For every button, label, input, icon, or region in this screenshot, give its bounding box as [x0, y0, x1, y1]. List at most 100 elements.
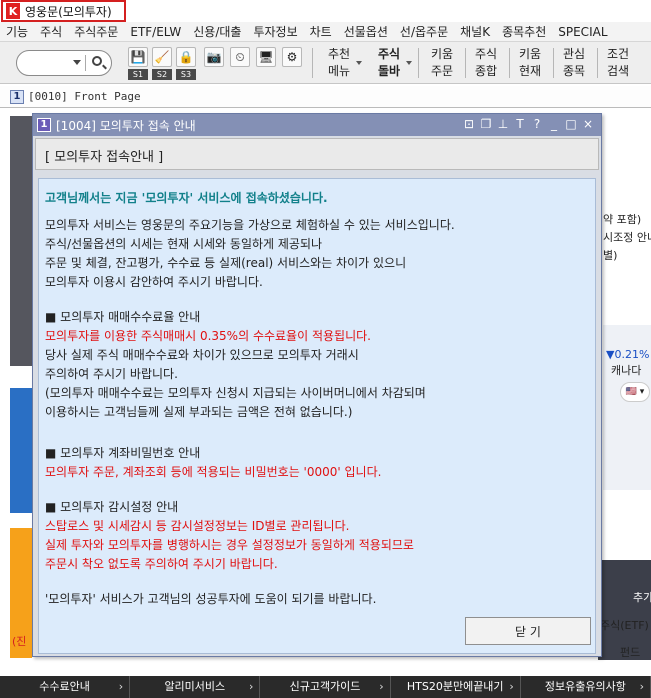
bg-fragment: (진	[12, 635, 27, 648]
kiwoom-current-line1: 키움	[518, 47, 542, 61]
dialog-heading: [ 모의투자 접속안내 ]	[45, 150, 164, 165]
app-title: 영웅문(모의투자)	[25, 4, 112, 19]
nav-new-customer-guide[interactable]: 신규고객가이드	[260, 676, 391, 698]
toolbar-divider	[418, 48, 419, 78]
app-title-box: K 영웅문(모의투자)	[1, 0, 126, 22]
fee-section-line: 주의하여 주시기 바랍니다.	[45, 367, 178, 381]
bg-dark-panel	[10, 116, 32, 366]
kiwoom-current-line2: 현재	[518, 64, 542, 78]
closing-message: '모의투자' 서비스가 고객님의 성공투자에 도움이 되기를 바랍니다.	[45, 592, 377, 606]
kiwoom-order-line1: 키움	[430, 47, 454, 61]
menu-item-etf-elw[interactable]: ETF/ELW	[124, 22, 187, 41]
close-button[interactable]: 닫 기	[465, 617, 591, 645]
menu-item-futures-options[interactable]: 선물옵션	[338, 22, 394, 41]
chevron-down-icon	[406, 61, 412, 65]
intro-line: 주식/선물옵션의 시세는 현재 시세와 동일하게 제공되나	[45, 237, 323, 251]
intro-line: 주문 및 체결, 잔고평가, 수수료 등 실제(real) 서비스와는 차이가 …	[45, 256, 407, 270]
recommend-menu-button[interactable]: 추천 메뉴	[324, 44, 362, 82]
condition-search-line1: 조건	[606, 47, 630, 61]
stock-search-combo[interactable]	[16, 50, 112, 76]
menu-item-stock[interactable]: 주식	[34, 22, 68, 41]
clock-icon[interactable]: ⏲	[230, 47, 250, 67]
menu-item-credit-loan[interactable]: 신용/대출	[187, 22, 247, 41]
condition-search-button[interactable]: 조건 검색	[603, 44, 633, 82]
fee-rate-notice: 모의투자를 이용한 주식매매시 0.35%의 수수료율이 적용됩니다.	[45, 329, 371, 343]
tab-number-badge: 1	[10, 89, 24, 104]
fee-section-line: 이용하시는 고객님들께 실제 부과되는 금액은 전혀 없습니다.)	[45, 405, 353, 419]
dialog-number-badge: 1	[37, 118, 51, 132]
font-size-icon[interactable]: T	[513, 117, 527, 132]
watchlist-line1: 관심	[562, 47, 586, 61]
bg-fragment: 추가	[633, 591, 651, 604]
menu-bar: 기능 주식 주식주문 ETF/ELW 신용/대출 투자정보 차트 선물옵션 선/…	[0, 22, 651, 42]
kiwoom-current-button[interactable]: 키움 현재	[515, 44, 545, 82]
maximize-icon[interactable]: □	[564, 117, 578, 132]
stock-overview-line2: 종합	[474, 64, 498, 78]
menu-item-function[interactable]: 기능	[0, 22, 34, 41]
condition-search-line2: 검색	[606, 64, 630, 78]
country-label: 캐나다	[611, 364, 642, 377]
nav-fee-info[interactable]: 수수료안내	[0, 676, 131, 698]
monitor-icon[interactable]: 🖥	[256, 47, 276, 67]
bg-fragment: 펀드	[620, 646, 641, 659]
menu-item-investment-info[interactable]: 투자정보	[247, 22, 303, 41]
fee-section-line: 당사 실제 주식 매매수수료와 차이가 있으므로 모의투자 거래시	[45, 348, 359, 362]
save-icon[interactable]: 💾	[128, 47, 148, 67]
intro-line: 모의투자 서비스는 영웅문의 주요기능을 가상으로 체험하실 수 있는 서비스입…	[45, 218, 455, 232]
toolbar-divider	[553, 48, 554, 78]
password-section-heading: ■ 모의투자 계좌비밀번호 안내	[45, 446, 201, 460]
kiwoom-order-button[interactable]: 키움 주문	[427, 44, 457, 82]
lock-icon[interactable]: 🔒	[176, 47, 196, 67]
front-page-tab[interactable]: 1 [0010] Front Page	[0, 86, 651, 108]
watchlist-button[interactable]: 관심 종목	[559, 44, 589, 82]
pin-icon[interactable]: ⊥	[496, 117, 510, 132]
dialog-controls: ⊡ ❐ ⊥ T ? _ □ ×	[462, 117, 595, 132]
toolbar-divider	[312, 48, 313, 78]
toolbar-divider	[465, 48, 466, 78]
gear-icon[interactable]: ⚙	[282, 47, 302, 67]
menu-item-futures-order[interactable]: 선/옵주문	[394, 22, 454, 41]
us-flag-icon[interactable]: 🇺🇸 ▾	[620, 382, 650, 402]
minimize-icon[interactable]: _	[547, 117, 561, 132]
dialog-body: 고객님께서는 지금 '모의투자' 서비스에 접속하셨습니다. 모의투자 서비스는…	[38, 178, 596, 654]
menu-item-recommend[interactable]: 종목추천	[496, 22, 552, 41]
search-icon[interactable]	[92, 56, 102, 66]
recommend-menu-line1: 추천	[327, 47, 351, 61]
toolbar: 💾 🧹 🔒 📷 ⏲ 🖥 ⚙ S1 S2 S3 추천 메뉴 주식 돌바 키움 주문…	[0, 42, 651, 84]
bg-fragment: 별)	[603, 249, 618, 262]
stock-overview-button[interactable]: 주식 종합	[471, 44, 501, 82]
camera-icon[interactable]: 📷	[204, 47, 224, 67]
watch-notice-line: 스탑로스 및 시세감시 등 감시설정정보는 ID별로 관리됩니다.	[45, 519, 350, 533]
bg-blue-banner[interactable]	[10, 388, 32, 513]
dialog-title: [1004] 모의투자 접속 안내	[56, 118, 196, 133]
copy-window-icon[interactable]: ❐	[479, 117, 493, 132]
chevron-down-icon[interactable]	[73, 60, 81, 65]
nav-hts-guide[interactable]: HTS20분만에끝내기	[391, 676, 521, 698]
menu-item-special[interactable]: SPECIAL	[552, 22, 613, 41]
link-icon[interactable]: ⊡	[462, 117, 476, 132]
menu-item-chart[interactable]: 차트	[304, 22, 338, 41]
welcome-headline: 고객님께서는 지금 '모의투자' 서비스에 접속하셨습니다.	[45, 191, 328, 205]
slot-label-s2[interactable]: S2	[152, 69, 172, 80]
stock-toolbar-button[interactable]: 주식 돌바	[374, 44, 412, 82]
close-icon[interactable]: ×	[581, 117, 595, 132]
brush-icon[interactable]: 🧹	[152, 47, 172, 67]
index-change: ▼0.21%	[606, 348, 650, 361]
fee-section-heading: ■ 모의투자 매매수수료율 안내	[45, 310, 201, 324]
toolbar-divider	[597, 48, 598, 78]
stock-overview-line1: 주식	[474, 47, 498, 61]
menu-item-stock-order[interactable]: 주식주문	[68, 22, 124, 41]
bg-fragment: 시조정 안내	[603, 231, 651, 244]
help-icon[interactable]: ?	[530, 117, 544, 132]
slot-label-s3[interactable]: S3	[176, 69, 196, 80]
slot-label-s1[interactable]: S1	[128, 69, 148, 80]
dialog-title-bar[interactable]: 1 [1004] 모의투자 접속 안내 ⊡ ❐ ⊥ T ? _ □ ×	[33, 114, 601, 136]
watch-notice-line: 주문시 착오 없도록 주의하여 주시기 바랍니다.	[45, 557, 278, 571]
watch-notice-line: 실제 투자와 모의투자를 병행하시는 경우 설정정보가 동일하게 적용되므로	[45, 538, 414, 552]
chevron-down-icon	[356, 61, 362, 65]
nav-alert-service[interactable]: 알리미서비스	[130, 676, 261, 698]
menu-item-channel-k[interactable]: 채널K	[454, 22, 496, 41]
nav-info-leak-notice[interactable]: 정보유출유의사항	[521, 676, 651, 698]
stock-toolbar-line2: 돌바	[377, 64, 401, 78]
recommend-menu-line2: 메뉴	[327, 64, 351, 78]
